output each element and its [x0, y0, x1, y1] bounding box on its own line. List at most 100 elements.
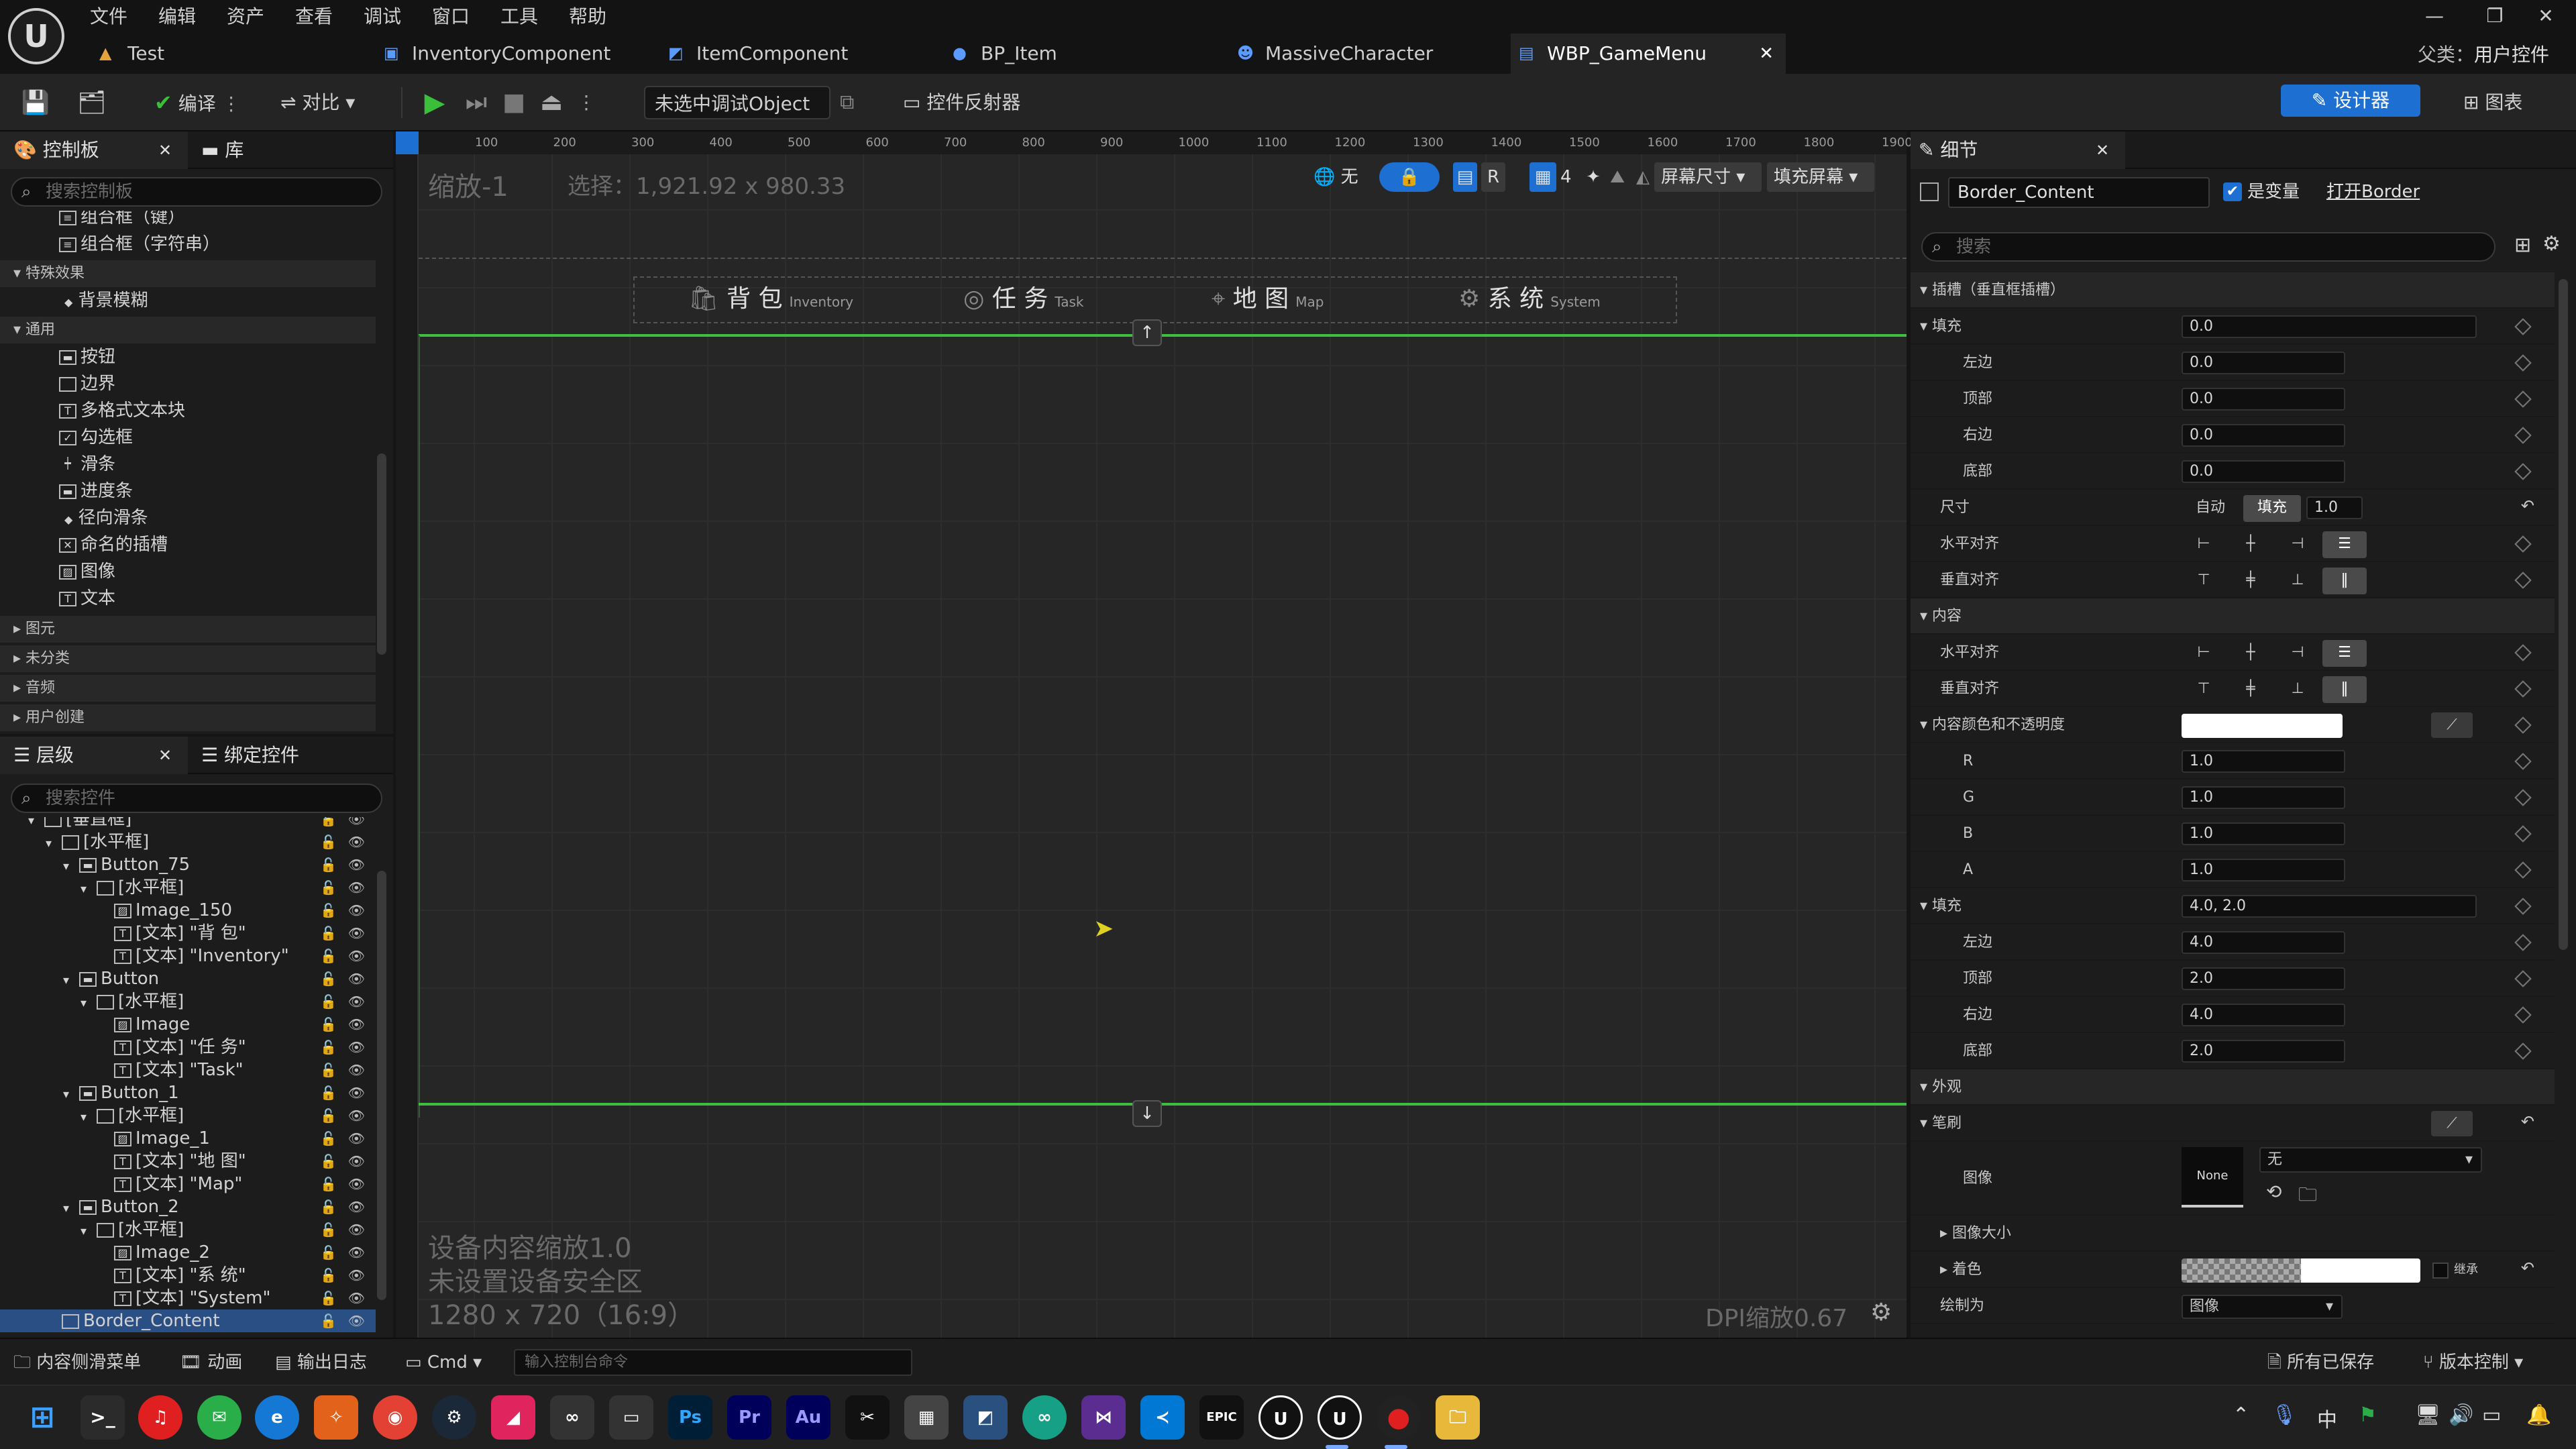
keyframe-diamond-icon[interactable]	[2514, 644, 2532, 661]
lock-toggle-icon[interactable]: 🔓	[320, 1309, 337, 1332]
animation-button[interactable]: 🎞 动画	[180, 1347, 242, 1378]
keyframe-diamond-icon[interactable]	[2514, 934, 2532, 951]
visibility-eye-icon[interactable]: 👁	[348, 1241, 365, 1264]
grid-snap-icon[interactable]: ▦	[1529, 162, 1556, 192]
keyframe-diamond-icon[interactable]	[2514, 318, 2532, 335]
color-swatch[interactable]	[2182, 714, 2343, 738]
save-icon[interactable]: 💾	[19, 86, 52, 119]
screen-size-select[interactable]: 屏幕尺寸 ▾	[1654, 162, 1762, 192]
keyframe-diamond-icon[interactable]	[2514, 427, 2532, 444]
lock-toggle-icon[interactable]: 🔓	[320, 1013, 337, 1036]
details-search-input[interactable]: ⌕ 搜索	[1921, 232, 2496, 262]
volume-icon[interactable]: 🔊	[2449, 1403, 2473, 1427]
tree-row[interactable]: ▾ [垂直框] 🔓 👁	[0, 817, 376, 830]
align-center-v-icon[interactable]: ╪	[2229, 568, 2273, 594]
size-fill-button[interactable]: 填充	[2243, 495, 2301, 522]
visibility-eye-icon[interactable]: 👁	[348, 1081, 365, 1104]
keyframe-diamond-icon[interactable]	[2514, 825, 2532, 843]
expand-arrow-icon[interactable]: ▾	[63, 855, 79, 878]
menu-help[interactable]: 帮助	[569, 3, 606, 31]
align-fill-h-icon[interactable]: ☰	[2322, 640, 2367, 667]
palette-item-border[interactable]: 边界	[59, 370, 376, 397]
padding-input[interactable]: 0.0	[2182, 315, 2477, 338]
visibility-eye-icon[interactable]: 👁	[348, 1287, 365, 1309]
content-padding-left-input[interactable]: 4.0	[2182, 931, 2345, 954]
section-slot[interactable]: ▾ 插槽（垂直框插槽）	[1911, 272, 2555, 309]
tree-row[interactable]: T [文本] "Map" 🔓 👁	[0, 1173, 376, 1195]
tree-row-selected[interactable]: Border_Content 🔓 👁	[0, 1309, 376, 1332]
align-center-v-icon[interactable]: ╪	[2229, 676, 2273, 703]
lock-toggle-icon[interactable]: 🔓	[320, 1036, 337, 1059]
tab-massive-character[interactable]: ☻ MassiveCharacter	[1229, 34, 1497, 74]
close-palette-icon[interactable]: ✕	[158, 131, 172, 169]
notification-bell-icon[interactable]: 🔔	[2526, 1403, 2551, 1427]
premiere-icon[interactable]: Pr	[727, 1395, 771, 1440]
lock-toggle-icon[interactable]: 🔓	[320, 1241, 337, 1264]
nav-button-task[interactable]: ◎ 任 务 Task	[963, 279, 1084, 319]
tab-bindings[interactable]: ☰ 绑定控件	[201, 737, 299, 774]
palette-item-slider[interactable]: ┿ 滑条	[59, 451, 376, 478]
steam-icon[interactable]: ⚙	[432, 1395, 476, 1440]
tree-row[interactable]: ▾ [水平框] 🔓 👁	[0, 876, 376, 899]
flip-icon[interactable]: ◭	[1631, 162, 1654, 192]
microphone-icon[interactable]: 🎙	[2271, 1403, 2297, 1427]
category-uncategorized[interactable]: ▸ 未分类	[0, 645, 376, 672]
localization-button[interactable]: 🌐 无	[1313, 162, 1367, 192]
app-icon[interactable]: ◢	[491, 1395, 535, 1440]
padding-top-input[interactable]: 0.0	[2182, 388, 2345, 411]
visibility-eye-icon[interactable]: 👁	[348, 899, 365, 922]
expand-arrow-icon[interactable]: ▾	[63, 1197, 79, 1220]
palette-item[interactable]: ≡ 组合框（键）	[59, 211, 376, 231]
tree-row[interactable]: ▾ [水平框] 🔓 👁	[0, 1104, 376, 1127]
meta-icon[interactable]: ∞	[550, 1395, 594, 1440]
eyedropper-icon[interactable]: ⟋	[2431, 712, 2473, 738]
draw-as-select[interactable]: 图像 ▾	[2182, 1295, 2343, 1319]
border-content-area[interactable]	[419, 335, 1907, 1118]
designer-viewport[interactable]: 100 200 300 400 500 600 700 800 900 1000 1100 1200 1…	[396, 131, 1913, 1338]
nav-bar[interactable]: 🛍 背 包 Inventory ◎ 任 务 Task ⌖ 地 图 Map ⚙ 系 统S…	[633, 276, 1677, 323]
tab-test[interactable]: ▲ Test	[91, 34, 360, 74]
palette-scrollbar[interactable]	[377, 453, 386, 655]
debug-browse-icon[interactable]: ⧉	[840, 86, 854, 119]
tree-row[interactable]: ▾ [水平框] 🔓 👁	[0, 990, 376, 1013]
dpi-settings-icon[interactable]: ⚙	[1870, 1299, 1892, 1326]
menu-tools[interactable]: 工具	[500, 3, 538, 31]
lock-toggle-icon[interactable]: 🔓	[320, 830, 337, 853]
nav-button-system[interactable]: ⚙ 系 统 System	[1458, 279, 1601, 319]
keyframe-diamond-icon[interactable]	[2514, 535, 2532, 553]
reset-icon[interactable]: ↶	[2521, 496, 2534, 515]
app-icon[interactable]: ▭	[609, 1395, 653, 1440]
visibility-eye-icon[interactable]: 👁	[348, 830, 365, 853]
photoshop-icon[interactable]: Ps	[668, 1395, 712, 1440]
widget-name-input[interactable]: Border_Content	[1948, 177, 2210, 208]
widget-reflector-button[interactable]: ▭ 控件反射器	[903, 86, 1020, 119]
visibility-eye-icon[interactable]: 👁	[348, 1104, 365, 1127]
tree-row[interactable]: ▨ Image 🔓 👁	[0, 1013, 376, 1036]
tree-row[interactable]: T [文本] "Task" 🔓 👁	[0, 1059, 376, 1081]
vscode-icon[interactable]: ≺	[1140, 1395, 1185, 1440]
tree-row[interactable]: ▨ Image_150 🔓 👁	[0, 899, 376, 922]
keyframe-diamond-icon[interactable]	[2514, 716, 2532, 734]
size-auto-button[interactable]: 自动	[2182, 495, 2239, 522]
padding-left-input[interactable]: 0.0	[2182, 352, 2345, 374]
image-thumbnail[interactable]: None	[2182, 1147, 2243, 1208]
stop-icon[interactable]: ■	[499, 86, 529, 119]
category-common[interactable]: ▾ 通用	[0, 317, 376, 343]
image-asset-select[interactable]: 无 ▾	[2259, 1147, 2482, 1173]
close-window-icon[interactable]: ✕	[2516, 0, 2576, 32]
menu-assets[interactable]: 资产	[227, 3, 264, 31]
lock-toggle-icon[interactable]: 🔓	[320, 1195, 337, 1218]
section-appearance[interactable]: ▾ 外观	[1911, 1069, 2555, 1106]
brush-eyedropper-icon[interactable]: ⟋	[2431, 1111, 2473, 1136]
lock-toggle-icon[interactable]: 🔓	[320, 1059, 337, 1081]
tab-item-component[interactable]: ◩ ItemComponent	[660, 34, 928, 74]
lock-toggle-icon[interactable]: 🔓	[320, 1264, 337, 1287]
use-selected-icon[interactable]: ⟲	[2266, 1181, 2282, 1203]
tab-wbp-gamemenu[interactable]: ▤ WBP_GameMenu ✕	[1511, 34, 1786, 74]
lock-toggle-icon[interactable]: 🔓	[320, 1218, 337, 1241]
tree-row[interactable]: T [文本] "System" 🔓 👁	[0, 1287, 376, 1309]
tree-row[interactable]: ▾ ▬ Button 🔓 👁	[0, 967, 376, 990]
is-variable-checkbox[interactable]: ✔	[2223, 182, 2242, 201]
tab-library[interactable]: ▬ 库	[201, 131, 244, 169]
content-drawer-button[interactable]: 🗀 内容侧滑菜单	[13, 1347, 141, 1378]
